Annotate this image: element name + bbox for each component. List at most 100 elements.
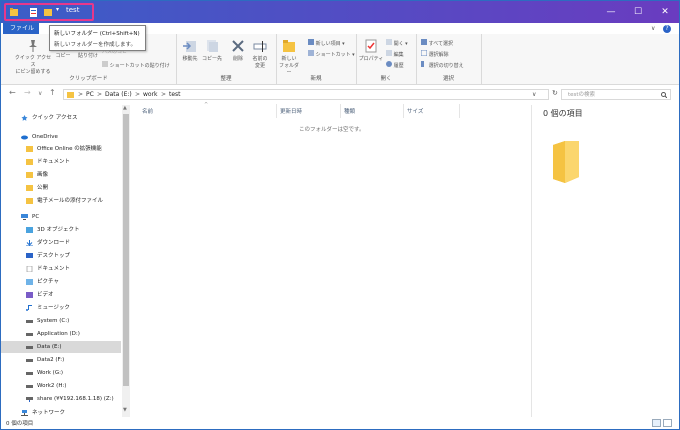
column-modified[interactable]: 更新日時 xyxy=(280,107,302,115)
close-button[interactable]: ✕ xyxy=(651,1,679,23)
refresh-button[interactable]: ↻ xyxy=(552,89,558,97)
nav-onedrive-item[interactable]: Office Online の拡張機能 xyxy=(1,143,121,155)
recent-locations-button[interactable]: ∨ xyxy=(38,90,42,97)
invert-selection-button[interactable]: 選択の切り替え xyxy=(421,61,464,69)
crumb-test[interactable]: test xyxy=(169,90,181,100)
folder-icon xyxy=(26,172,33,178)
nav-pc-item[interactable]: 3D オブジェクト xyxy=(1,224,121,236)
nav-quick-access[interactable]: クイック アクセス xyxy=(1,112,121,124)
shortcut-button[interactable]: ショートカット ▾ xyxy=(308,50,355,58)
pin-label-1: クイック アクセス xyxy=(14,55,52,68)
nav-scrollbar-thumb[interactable] xyxy=(123,114,129,386)
preview-divider[interactable] xyxy=(531,105,532,417)
nav-pc-item[interactable]: デスクトップ xyxy=(1,250,121,262)
cloud-icon xyxy=(21,135,28,140)
new-folder-icon xyxy=(283,40,295,52)
edit-button[interactable]: 編集 xyxy=(386,50,404,58)
open-button[interactable]: 開く ▾ xyxy=(386,39,408,47)
nav-item-label: Application (D:) xyxy=(37,331,80,337)
nav-item-label: Data (E:) xyxy=(37,344,62,350)
ribbon-expand-icon[interactable]: ∨ xyxy=(651,25,655,32)
column-divider[interactable] xyxy=(340,104,341,118)
pin-quick-access-button[interactable]: クイック アクセス にピン留めする xyxy=(13,40,53,75)
nav-pc-item[interactable]: Data2 (F:) xyxy=(1,354,121,366)
column-divider[interactable] xyxy=(459,104,460,118)
nav-pc-item[interactable]: ドキュメント xyxy=(1,263,121,275)
address-box[interactable]: > PC > Data (E:) > work > test ∨ xyxy=(63,89,549,100)
copy-button[interactable]: コピー xyxy=(53,52,73,59)
title-bar[interactable]: ▾ test — ☐ ✕ xyxy=(1,1,679,23)
nav-pc-item[interactable]: ピクチャ xyxy=(1,276,121,288)
help-icon[interactable]: ? xyxy=(663,25,671,33)
new-item-button[interactable]: 新しい項目 ▾ xyxy=(308,39,345,47)
details-view-button[interactable] xyxy=(652,419,661,427)
nav-pc-label: PC xyxy=(32,214,40,220)
crumb-pc[interactable]: PC xyxy=(86,90,94,100)
column-divider[interactable] xyxy=(403,104,404,118)
nav-pc-item[interactable]: ビデオ xyxy=(1,289,121,301)
empty-folder-message: このフォルダーは空です。 xyxy=(299,127,365,133)
minimize-button[interactable]: — xyxy=(597,1,625,23)
tab-file[interactable]: ファイル xyxy=(3,23,39,34)
maximize-button[interactable]: ☐ xyxy=(624,1,652,23)
nav-onedrive-item[interactable]: 画像 xyxy=(1,169,121,181)
nav-pc[interactable]: PC xyxy=(1,211,121,223)
column-name[interactable]: 名前 xyxy=(142,107,153,115)
column-divider[interactable] xyxy=(276,104,277,118)
new-folder-button[interactable]: 新しい フォルダー xyxy=(278,39,300,76)
folder-icon xyxy=(26,146,33,152)
select-none-button[interactable]: 選択解除 xyxy=(420,49,449,58)
paste-shortcut-button[interactable]: ショートカットの貼り付け xyxy=(102,61,170,69)
nav-pc-item[interactable]: Work2 (H:) xyxy=(1,380,121,392)
open-icon xyxy=(386,39,392,45)
nav-pc-item[interactable]: ダウンロード xyxy=(1,237,121,249)
scroll-down-icon[interactable]: ▼ xyxy=(123,407,127,413)
scroll-up-icon[interactable]: ▲ xyxy=(123,105,127,111)
crumb-data-e[interactable]: Data (E:) xyxy=(105,90,132,100)
properties-qat-icon[interactable] xyxy=(30,8,38,17)
address-dropdown-icon[interactable]: ∨ xyxy=(532,90,536,100)
column-type[interactable]: 種類 xyxy=(344,107,355,115)
nav-onedrive[interactable]: OneDrive xyxy=(1,131,121,143)
invert-selection-label: 選択の切り替え xyxy=(428,63,464,69)
shortcut-icon xyxy=(308,50,314,56)
select-all-button[interactable]: すべて選択 xyxy=(421,39,453,47)
nav-onedrive-item[interactable]: ドキュメント xyxy=(1,156,121,168)
nav-onedrive-item[interactable]: 公開 xyxy=(1,182,121,194)
nav-pc-item[interactable]: Work (G:) xyxy=(1,367,121,379)
history-label: 履歴 xyxy=(393,63,404,69)
crumb-work[interactable]: work xyxy=(143,90,158,100)
edit-icon xyxy=(386,50,392,56)
nav-onedrive-item[interactable]: 電子メールの添付ファイル xyxy=(1,195,121,207)
copy-to-button[interactable]: コピー先 xyxy=(201,39,223,62)
nav-item-label: System (C:) xyxy=(37,318,70,324)
move-to-button[interactable]: 移動先 xyxy=(180,39,200,62)
network-icon xyxy=(21,410,28,416)
nav-pc-item[interactable]: ミュージック xyxy=(1,302,121,314)
history-button[interactable]: 履歴 xyxy=(386,61,404,69)
qat-dropdown-icon[interactable]: ▾ xyxy=(56,6,59,13)
nav-pc-item[interactable]: System (C:) xyxy=(1,315,121,327)
column-size[interactable]: サイズ xyxy=(407,107,423,115)
properties-button[interactable]: プロパティ xyxy=(358,39,384,62)
properties-icon xyxy=(365,39,377,53)
search-box[interactable]: testの検索 xyxy=(561,89,671,100)
back-button[interactable]: ← xyxy=(9,88,16,97)
3d-objects-icon xyxy=(26,227,33,233)
paste-button[interactable]: 貼り付け xyxy=(75,52,101,59)
nav-pc-item-selected[interactable]: Data (E:) xyxy=(1,341,121,353)
rename-button[interactable]: 名前の 変更 xyxy=(249,39,271,69)
forward-button[interactable]: → xyxy=(24,88,31,97)
delete-button[interactable]: 削除 xyxy=(228,39,248,62)
new-folder-qat-icon[interactable] xyxy=(44,8,52,17)
crumb-separator: > xyxy=(97,91,103,98)
edit-label: 編集 xyxy=(393,52,404,58)
up-button[interactable]: ↑ xyxy=(49,88,56,97)
nav-pc-item[interactable]: Application (D:) xyxy=(1,328,121,340)
window-title: test xyxy=(66,6,80,14)
large-icons-view-button[interactable] xyxy=(663,419,672,427)
network-drive-icon xyxy=(26,397,33,402)
copy-to-label: コピー先 xyxy=(201,56,222,62)
properties-label: プロパティ xyxy=(358,56,384,62)
nav-pc-item[interactable]: share (¥¥192.168.1.18) (Z:) xyxy=(1,393,121,405)
